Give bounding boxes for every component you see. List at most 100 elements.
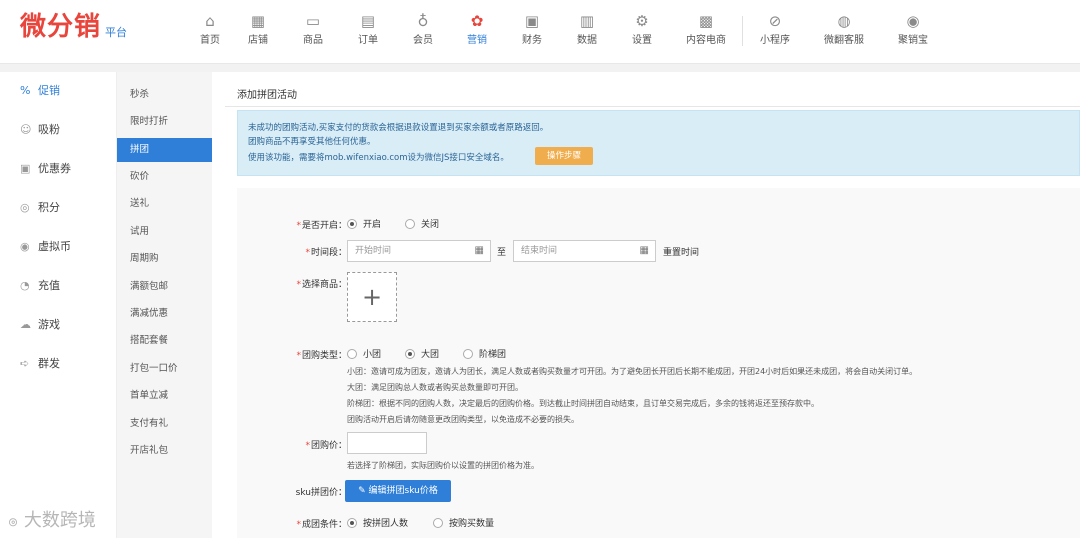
page-title: 添加拼团活动 <box>237 90 297 101</box>
coin-icon: ◉ <box>20 239 30 253</box>
sidebar-item-fans[interactable]: ☺ 吸粉 <box>0 111 117 147</box>
top-bar: 微分销 平台 ⌂ 首页 ▦ 店铺 ▭ 商品 ▤ 订单 ♁ 会员 ✿ 营销 ▣ 财务 ▥ 数据 ⚙… <box>0 0 1080 64</box>
subnav-periodic[interactable]: 周期购 <box>117 247 212 271</box>
watermark: ၜ 大数跨境 <box>8 510 96 531</box>
subnav-group-buy[interactable]: 拼团 <box>117 138 212 162</box>
game-icon: ☁ <box>20 317 31 331</box>
sidebar-item-game[interactable]: ☁ 游戏 <box>0 306 117 342</box>
cond-people-radio[interactable]: 按拼团人数 <box>347 516 408 529</box>
type-small-radio[interactable]: 小团 <box>347 347 381 360</box>
nav-members[interactable]: ♁ 会员 <box>393 10 453 48</box>
nav-orders[interactable]: ▤ 订单 <box>338 10 398 48</box>
subnav-gift[interactable]: 送礼 <box>117 192 212 216</box>
open-on-radio[interactable]: 开启 <box>347 217 381 230</box>
sidebar-item-points[interactable]: ◎ 积分 <box>0 189 117 225</box>
logo-text: 微分销 <box>20 12 102 42</box>
subnav-free-shipping[interactable]: 满额包邮 <box>117 275 212 299</box>
secondary-sidebar: 秒杀 限时打折 拼团 砍价 送礼 试用 周期购 满额包邮 满减优惠 搭配套餐 打… <box>117 72 212 538</box>
time-label: *时间段： <box>305 248 347 258</box>
jxb-icon: ◉ <box>906 12 920 30</box>
sidebar-item-coupon[interactable]: ▣ 优惠券 <box>0 150 117 186</box>
start-time-input[interactable]: 开始时间 ▦ <box>347 240 491 262</box>
nav-settings[interactable]: ⚙ 设置 <box>612 10 672 48</box>
gear-icon: ⚙ <box>635 12 649 30</box>
notice-line-2: 团购商品不再享受其他任何优惠。 <box>248 137 376 147</box>
store-icon: ▦ <box>250 12 266 30</box>
subnav-store-gift[interactable]: 开店礼包 <box>117 439 212 463</box>
goods-icon: ▭ <box>305 12 321 30</box>
nav-jxb[interactable]: ◉ 聚销宝 <box>883 10 943 48</box>
subnav-trial[interactable]: 试用 <box>117 220 212 244</box>
subnav-flash-sale[interactable]: 秒杀 <box>117 83 212 107</box>
main-content: 添加拼团活动 未成功的团购活动,买家支付的货款会根据退款设置退到买家余额或者原路… <box>225 72 1080 538</box>
send-icon: ➪ <box>20 356 30 370</box>
marketing-icon: ✿ <box>470 12 484 30</box>
type-desc-big: 大团：满足团购总人数或者购买总数量即可开团。 <box>347 383 523 392</box>
member-icon: ♁ <box>417 12 429 30</box>
subnav-bargain[interactable]: 砍价 <box>117 165 212 189</box>
plus-icon: + <box>361 283 383 311</box>
cond-qty-radio[interactable]: 按购买数量 <box>433 516 494 529</box>
sidebar-item-promotion[interactable]: % 促销 <box>0 72 117 108</box>
nav-goods[interactable]: ▭ 商品 <box>283 10 343 48</box>
nav-store[interactable]: ▦ 店铺 <box>228 10 288 48</box>
nav-content-ecommerce[interactable]: ▩ 内容电商 <box>676 10 736 48</box>
smile-icon: ☺ <box>20 122 32 136</box>
nav-finance[interactable]: ▣ 财务 <box>502 10 562 48</box>
subnav-combo[interactable]: 搭配套餐 <box>117 329 212 353</box>
to-text: 至 <box>497 248 507 258</box>
notice-line-3: 使用该功能，需要将mob.wifenxiao.com设为微信JS接口安全域名。 <box>248 153 509 163</box>
end-time-input[interactable]: 结束时间 ▦ <box>513 240 656 262</box>
subnav-first-order[interactable]: 首单立减 <box>117 384 212 408</box>
steps-button[interactable]: 操作步骤 <box>535 147 593 165</box>
type-big-radio[interactable]: 大团 <box>405 347 439 360</box>
type-desc-ladder: 阶梯团：根据不同的团购人数，决定最后的团购价格。到达截止时间拼团自动结束，且订单… <box>347 399 819 408</box>
primary-sidebar: % 促销 ☺ 吸粉 ▣ 优惠券 ◎ 积分 ◉ 虚拟币 ◔ 充值 ☁ 游戏 ➪ 群发 <box>0 72 117 538</box>
subnav-time-discount[interactable]: 限时打折 <box>117 110 212 134</box>
price-hint: 若选择了阶梯团，实际团购价以设置的拼团价格为准。 <box>347 461 539 470</box>
data-icon: ▥ <box>579 12 595 30</box>
finance-icon: ▣ <box>524 12 540 30</box>
subnav-full-reduction[interactable]: 满减优惠 <box>117 302 212 326</box>
calendar-icon: ▦ <box>474 245 484 256</box>
edit-icon: ✎ <box>358 486 369 496</box>
sidebar-item-recharge[interactable]: ◔ 充值 <box>0 267 117 303</box>
logo-sub: 平台 <box>105 26 128 39</box>
add-goods-button[interactable]: + <box>347 272 397 322</box>
sidebar-item-virtual-coin[interactable]: ◉ 虚拟币 <box>0 228 117 264</box>
sidebar-item-broadcast[interactable]: ➪ 群发 <box>0 345 117 381</box>
info-notice: 未成功的团购活动,买家支付的货款会根据退款设置退到买家余额或者原路返回。 团购商… <box>237 110 1080 176</box>
watermark-logo-icon: ၜ <box>8 510 24 531</box>
points-icon: ◎ <box>20 200 30 214</box>
group-price-input[interactable] <box>347 432 427 454</box>
recharge-icon: ◔ <box>20 278 30 292</box>
goods-label: *选择商品： <box>296 280 347 290</box>
nav-customer-service[interactable]: ◍ 微翻客服 <box>814 10 874 48</box>
reset-time-link[interactable]: 重置时间 <box>663 245 699 258</box>
nav-miniprogram[interactable]: ⊘ 小程序 <box>745 10 805 48</box>
subnav-pay-gift[interactable]: 支付有礼 <box>117 412 212 436</box>
brand-logo[interactable]: 微分销 平台 <box>20 12 127 42</box>
open-off-radio[interactable]: 关闭 <box>405 217 439 230</box>
nav-marketing[interactable]: ✿ 营销 <box>447 10 507 48</box>
orders-icon: ▤ <box>360 12 376 30</box>
type-desc-small: 小团：邀请可成为团友，邀请人为团长，满足人数或者购买数量才可开团。为了避免团长开… <box>347 367 918 376</box>
nav-data[interactable]: ▥ 数据 <box>557 10 617 48</box>
grid-icon: ▩ <box>698 12 714 30</box>
type-label: *团购类型： <box>296 351 347 361</box>
price-label: *团购价： <box>305 441 347 451</box>
coupon-icon: ▣ <box>20 161 31 175</box>
header-gap <box>0 64 1080 72</box>
calendar-icon: ▦ <box>639 245 649 256</box>
open-label: *是否开启： <box>296 221 347 231</box>
group-buy-form: *是否开启： 开启 关闭 *时间段： 开始时间 ▦ 至 结束时间 ▦ 重置时间 *选… <box>237 188 1080 538</box>
sku-label: sku拼团价： <box>295 488 347 498</box>
type-desc-warning: 团购活动开启后请勿随意更改团购类型，以免造成不必要的损失。 <box>347 415 579 424</box>
title-divider <box>225 106 1080 107</box>
nav-divider <box>742 16 743 46</box>
subnav-bundle-price[interactable]: 打包一口价 <box>117 357 212 381</box>
edit-sku-price-button[interactable]: ✎ 编辑拼团sku价格 <box>345 480 451 502</box>
type-ladder-radio[interactable]: 阶梯团 <box>463 347 506 360</box>
cond-label: *成团条件： <box>296 520 347 530</box>
percent-icon: % <box>20 83 31 97</box>
